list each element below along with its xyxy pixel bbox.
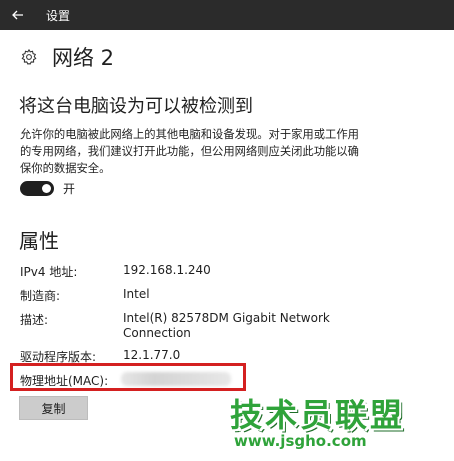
gear-icon bbox=[21, 48, 37, 65]
title-bar: 设置 bbox=[0, 0, 454, 30]
ipv4-value: 192.168.1.240 bbox=[123, 263, 211, 277]
back-arrow-icon bbox=[12, 10, 23, 20]
discoverable-description: 允许你的电脑被此网络上的其他电脑和设备发现。对于家用或工作用的专用网络，我们建议… bbox=[20, 128, 359, 175]
window-title: 设置 bbox=[46, 9, 71, 23]
mac-highlight-box bbox=[10, 363, 246, 391]
ipv4-label: IPv4 地址: bbox=[20, 265, 78, 279]
watermark: 技术员联盟 www.jsgho.com bbox=[228, 390, 448, 456]
copy-button[interactable]: 复制 bbox=[19, 396, 88, 420]
manufacturer-value: Intel bbox=[123, 287, 150, 301]
driver-version-value: 12.1.77.0 bbox=[123, 348, 181, 362]
page-header: 网络 2 bbox=[20, 42, 114, 72]
toggle-knob bbox=[42, 184, 51, 193]
toggle-state-label: 开 bbox=[63, 182, 76, 196]
properties-heading: 属性 bbox=[19, 229, 59, 253]
back-button[interactable] bbox=[0, 0, 36, 30]
discoverable-toggle[interactable] bbox=[20, 181, 54, 196]
description-value-line2: Connection bbox=[123, 326, 191, 340]
description-value-line1: Intel(R) 82578DM Gigabit Network bbox=[123, 311, 330, 325]
discoverable-heading: 将这台电脑设为可以被检测到 bbox=[19, 96, 253, 117]
discoverable-toggle-row: 开 bbox=[20, 180, 75, 197]
manufacturer-label: 制造商: bbox=[20, 289, 61, 303]
watermark-text: 技术员联盟 bbox=[230, 396, 406, 434]
page-title: 网络 2 bbox=[52, 46, 115, 70]
description-label: 描述: bbox=[20, 313, 49, 327]
watermark-url: www.jsgho.com bbox=[234, 432, 367, 450]
